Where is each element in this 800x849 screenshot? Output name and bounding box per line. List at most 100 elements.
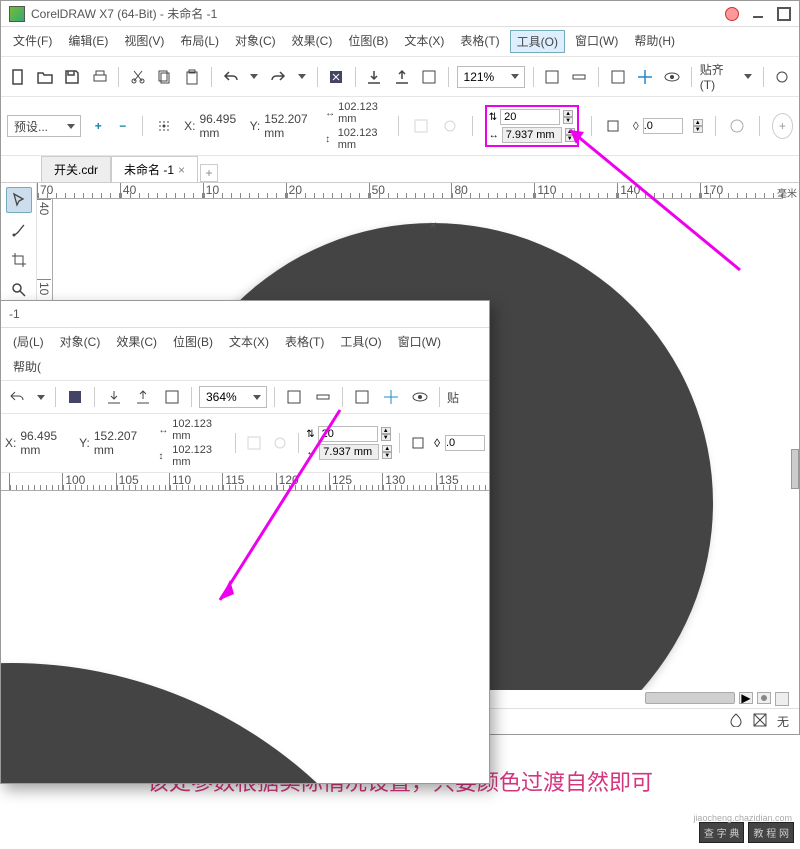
y-value[interactable]: 152.207 mm: [264, 112, 315, 140]
pick-tool-icon[interactable]: [6, 187, 32, 213]
search-content-icon[interactable]: [63, 385, 87, 409]
eye-icon[interactable]: [408, 385, 432, 409]
popup-canvas[interactable]: 100 105 110 115 120 125 130 135: [1, 473, 489, 783]
search-content-icon[interactable]: [325, 65, 346, 89]
height-value[interactable]: 102.123 mm: [338, 127, 387, 151]
menu-window[interactable]: 窗口(W): [569, 30, 624, 53]
blend-direction-icon[interactable]: [411, 114, 430, 138]
zoom-combo[interactable]: [457, 66, 525, 88]
offset-input[interactable]: [502, 127, 562, 143]
menu-effect[interactable]: 效果(C): [286, 30, 339, 53]
redo-dropdown-icon[interactable]: [298, 74, 306, 79]
snap-icon[interactable]: [607, 65, 628, 89]
outline-spinner[interactable]: ▲▼: [693, 119, 703, 133]
copy-icon[interactable]: [154, 65, 175, 89]
x-value[interactable]: 96.495 mm: [199, 112, 243, 140]
publish-icon[interactable]: [160, 385, 184, 409]
blend-icon[interactable]: [243, 431, 265, 455]
popup-offset-input[interactable]: [319, 444, 379, 460]
y-value[interactable]: 152.207 mm: [94, 429, 153, 457]
menu-tools[interactable]: 工具(O): [334, 331, 387, 352]
fullscreen-icon[interactable]: [541, 65, 562, 89]
user-icon[interactable]: [725, 7, 739, 21]
blend-direct-icon[interactable]: [604, 114, 623, 138]
cut-icon[interactable]: [127, 65, 148, 89]
hscroll-right-icon[interactable]: ▶: [739, 692, 753, 704]
shape-tool-icon[interactable]: [6, 217, 32, 243]
add-tab-button[interactable]: +: [200, 164, 218, 182]
menu-file[interactable]: 文件(F): [7, 30, 58, 53]
vscroll-down-icon[interactable]: [775, 692, 789, 706]
spinner[interactable]: ▲▼: [382, 445, 392, 459]
blend-loop-icon[interactable]: [441, 114, 460, 138]
menu-edit[interactable]: 编辑(E): [62, 30, 114, 53]
menu-layout[interactable]: 布局(L): [174, 30, 225, 53]
menu-bitmap[interactable]: 位图(B): [167, 331, 219, 352]
close-icon[interactable]: ×: [178, 163, 185, 177]
menu-window[interactable]: 窗口(W): [392, 331, 447, 352]
menu-bitmap[interactable]: 位图(B): [342, 30, 394, 53]
save-icon[interactable]: [62, 65, 83, 89]
open-icon[interactable]: [34, 65, 55, 89]
align-label[interactable]: 贴齐(T): [700, 61, 735, 92]
minimize-button[interactable]: [751, 7, 765, 21]
tab-1[interactable]: 开关.cdr: [41, 156, 111, 182]
menu-help[interactable]: 帮助(: [7, 356, 47, 377]
dropdown-icon[interactable]: [253, 395, 261, 400]
redo-icon[interactable]: [267, 65, 288, 89]
menu-view[interactable]: 视图(V): [118, 30, 170, 53]
menu-table[interactable]: 表格(T): [279, 331, 330, 352]
x-value[interactable]: 96.495 mm: [20, 429, 73, 457]
popup-ruler[interactable]: 100 105 110 115 120 125 130 135: [1, 473, 489, 491]
steps-spinner[interactable]: ▲▼: [563, 110, 573, 124]
dropdown-icon[interactable]: [511, 74, 519, 79]
width-value[interactable]: 102.123 mm: [172, 418, 228, 442]
export-icon[interactable]: [131, 385, 155, 409]
undo-icon[interactable]: [220, 65, 241, 89]
dropdown-icon[interactable]: [67, 124, 75, 129]
menu-effect[interactable]: 效果(C): [110, 331, 163, 352]
maximize-button[interactable]: [777, 7, 791, 21]
direct-blend-icon[interactable]: [407, 431, 429, 455]
show-rulers-icon[interactable]: [569, 65, 590, 89]
menu-object[interactable]: 对象(C): [229, 30, 282, 53]
menu-object[interactable]: 对象(C): [54, 331, 107, 352]
print-icon[interactable]: [89, 65, 110, 89]
paste-icon[interactable]: [182, 65, 203, 89]
crop-tool-icon[interactable]: [6, 247, 32, 273]
guidelines-icon[interactable]: [379, 385, 403, 409]
object-color-icon[interactable]: [728, 114, 747, 138]
import-icon[interactable]: [102, 385, 126, 409]
horizontal-ruler[interactable]: 70 40 10 20 50 80 110 140 170: [37, 183, 783, 199]
add-preset-button[interactable]: +: [91, 117, 105, 135]
menu-tools[interactable]: 工具(O): [510, 30, 565, 53]
offset-spinner[interactable]: ▲▼: [565, 128, 575, 142]
zoom-input[interactable]: [464, 70, 508, 84]
popup-steps-input[interactable]: [318, 426, 378, 442]
width-value[interactable]: 102.123 mm: [338, 101, 386, 125]
docker-handle[interactable]: [791, 449, 799, 489]
snap-icon[interactable]: [350, 385, 374, 409]
options-icon[interactable]: [772, 65, 793, 89]
undo-icon[interactable]: [5, 385, 29, 409]
remove-preset-button[interactable]: −: [115, 117, 129, 135]
popup-circle-edge[interactable]: [1, 663, 461, 783]
hscroll-thumb[interactable]: [645, 692, 735, 704]
guidelines-icon[interactable]: [634, 65, 655, 89]
publish-pdf-icon[interactable]: [418, 65, 439, 89]
tab-2[interactable]: 未命名 -1×: [111, 156, 198, 182]
popup-outline-input[interactable]: [445, 435, 485, 451]
menu-help[interactable]: 帮助(H): [628, 30, 681, 53]
new-icon[interactable]: [7, 65, 28, 89]
undo-dropdown-icon[interactable]: [250, 74, 258, 79]
dropdown-icon[interactable]: [37, 395, 45, 400]
popup-zoom-combo[interactable]: [199, 386, 267, 408]
more-options-button[interactable]: +: [772, 113, 793, 139]
menu-table[interactable]: 表格(T): [454, 30, 505, 53]
popup-align[interactable]: 贴: [447, 389, 459, 406]
preset-combo[interactable]: 预设...: [7, 115, 81, 137]
outline-input[interactable]: [643, 118, 683, 134]
hscroll-menu-icon[interactable]: [757, 692, 771, 704]
export-icon[interactable]: [391, 65, 412, 89]
popup-zoom-input[interactable]: [206, 390, 250, 404]
